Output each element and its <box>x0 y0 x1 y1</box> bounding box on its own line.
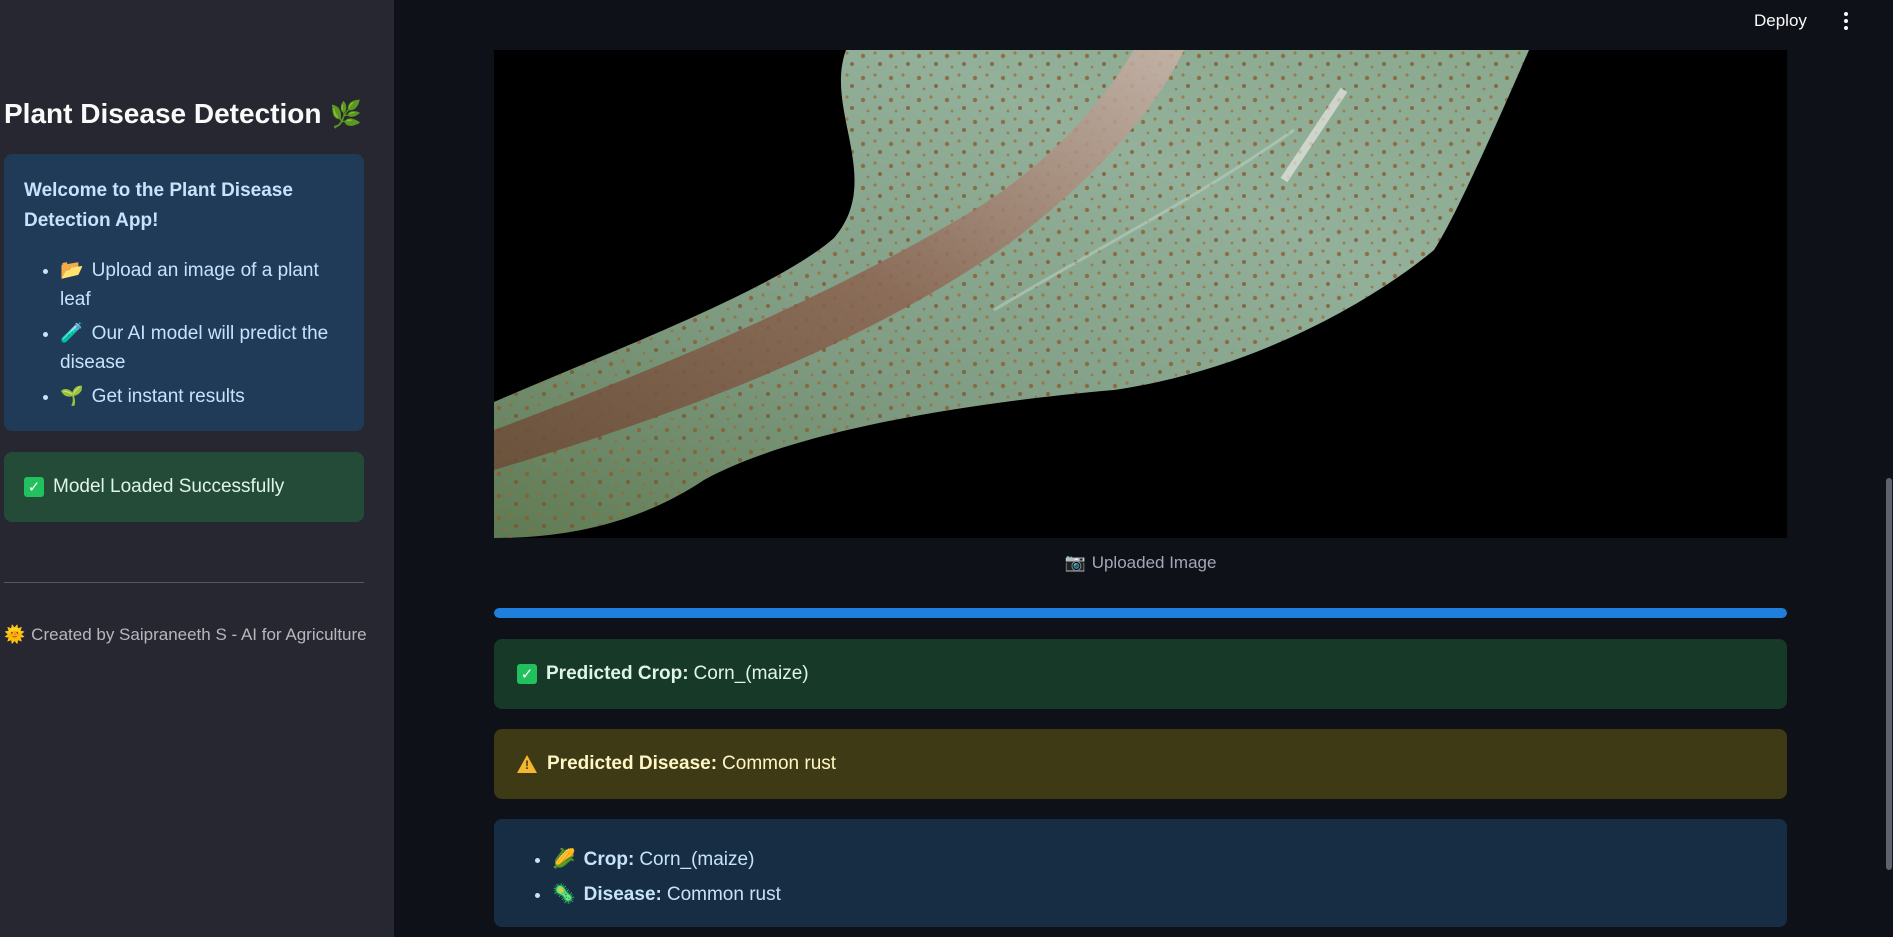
sidebar-divider <box>4 582 364 583</box>
welcome-list: 📂Upload an image of a plant leaf 🧪Our AI… <box>24 256 344 411</box>
app-title-text: Plant Disease Detection <box>4 98 322 129</box>
uploaded-leaf-image <box>494 50 1787 538</box>
progress-bar <box>494 608 1787 618</box>
seedling-icon: 🌱 <box>60 386 84 407</box>
list-item-text: Get instant results <box>91 386 245 407</box>
summary-value: Common rust <box>666 884 781 905</box>
check-icon: ✓ <box>517 664 537 684</box>
list-item: 🦠 Disease:Common rust <box>552 877 1787 912</box>
test-tube-icon: 🧪 <box>60 323 84 344</box>
app-title: Plant Disease Detection 🌿 <box>4 98 362 130</box>
summary-value: Corn_(maize) <box>639 849 755 870</box>
image-caption: 📷 Uploaded Image <box>494 553 1787 573</box>
summary-label: Disease: <box>583 884 662 905</box>
folder-icon: 📂 <box>60 260 84 281</box>
welcome-heading: Welcome to the Plant Disease Detection A… <box>24 180 293 231</box>
scrollbar[interactable] <box>1886 478 1892 870</box>
list-item-text: Our AI model will predict the disease <box>60 323 329 373</box>
microbe-icon: 🦠 <box>552 884 576 905</box>
predicted-crop-alert: ✓ Predicted Crop: Corn_(maize) <box>494 639 1787 709</box>
summary-label: Crop: <box>583 849 635 870</box>
predicted-disease-label: Predicted Disease: <box>547 753 718 774</box>
progress-bar-fill <box>494 608 1787 618</box>
list-item: 🌱 Get instant results <box>60 382 344 411</box>
model-status-text: Model Loaded Successfully <box>53 476 285 497</box>
image-caption-text: Uploaded Image <box>1091 553 1217 572</box>
footer-text: Created by Saipraneeth S - AI for Agricu… <box>31 625 367 644</box>
predicted-disease-alert: ! Predicted Disease: Common rust <box>494 729 1787 799</box>
sidebar-footer: 🌞 Created by Saipraneeth S - AI for Agric… <box>4 625 367 645</box>
corn-icon: 🌽 <box>552 849 576 870</box>
camera-icon: 📷 <box>1064 553 1086 572</box>
list-item: 🌽 Crop:Corn_(maize) <box>552 842 1787 877</box>
sun-icon: 🌞 <box>4 625 26 644</box>
predicted-disease-value: Common rust <box>722 753 837 774</box>
predicted-crop-label: Predicted Crop: <box>546 663 689 684</box>
welcome-info-box: Welcome to the Plant Disease Detection A… <box>4 154 364 431</box>
predicted-crop-value: Corn_(maize) <box>693 663 809 684</box>
deploy-button[interactable]: Deploy <box>1748 8 1813 34</box>
check-icon: ✓ <box>24 477 44 497</box>
warning-icon: ! <box>517 755 537 773</box>
more-vertical-icon[interactable] <box>1838 8 1854 34</box>
prediction-summary-box: 🌽 Crop:Corn_(maize) 🦠 Disease:Common rust <box>494 819 1787 927</box>
list-item: 📂Upload an image of a plant leaf <box>60 256 344 314</box>
summary-list: 🌽 Crop:Corn_(maize) 🦠 Disease:Common rust <box>516 842 1787 912</box>
list-item: 🧪Our AI model will predict the disease <box>60 319 344 377</box>
sidebar: Plant Disease Detection 🌿 Welcome to the … <box>0 0 394 937</box>
herb-icon: 🌿 <box>329 99 362 129</box>
list-item-text: Upload an image of a plant leaf <box>60 260 319 310</box>
model-status-alert: ✓ Model Loaded Successfully <box>4 452 364 522</box>
